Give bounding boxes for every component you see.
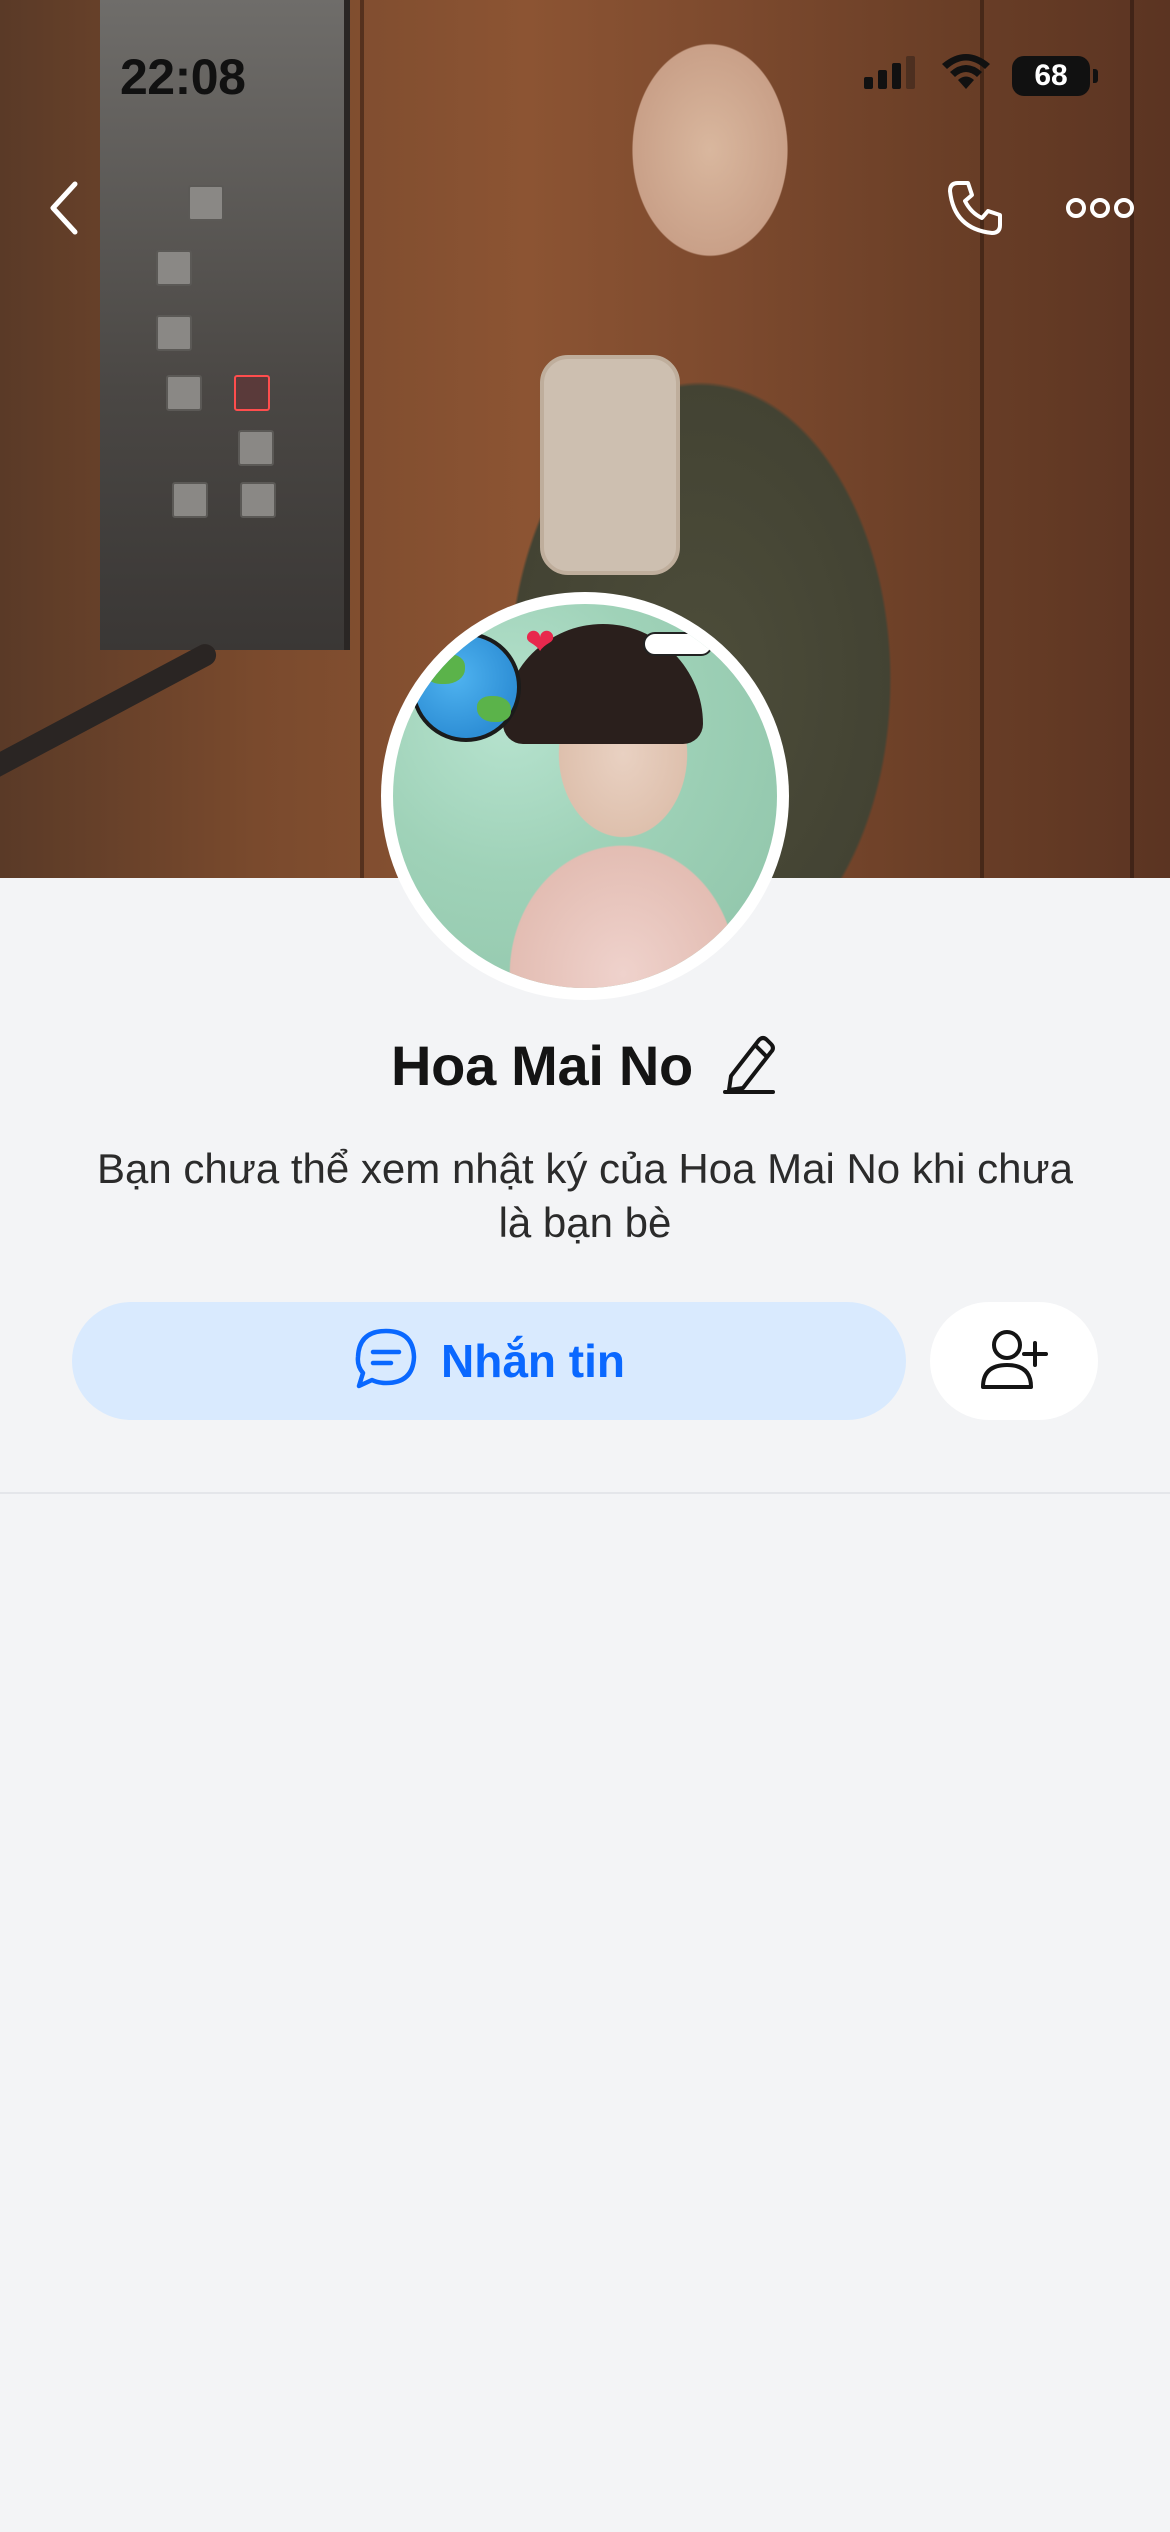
earth-sticker-icon (411, 632, 521, 742)
status-bar: 22:08 68 (0, 0, 1170, 150)
call-button[interactable] (940, 175, 1010, 245)
elevator-handrail (0, 640, 220, 782)
more-options-button[interactable] (1055, 175, 1145, 245)
elevator-button (240, 482, 276, 518)
chat-bubble-icon (353, 1326, 419, 1397)
elevator-button (156, 250, 192, 286)
avatar-frame[interactable]: ❤ (381, 592, 789, 1000)
elevator-button (172, 482, 208, 518)
battery-level: 68 (1034, 58, 1068, 92)
more-options-icon (1064, 196, 1136, 225)
message-button-label: Nhắn tin (441, 1335, 625, 1387)
battery-icon: 68 (1012, 55, 1098, 96)
elevator-button-lit (234, 375, 270, 411)
edit-name-button[interactable] (719, 1035, 779, 1095)
phone-call-icon (944, 177, 1006, 244)
profile-screen: 22:08 68 ❤ Hoa Mai No Bạn chưa thể xem n… (0, 0, 1170, 2532)
back-button[interactable] (30, 175, 100, 245)
top-nav (0, 165, 1170, 255)
add-friend-icon (979, 1327, 1049, 1396)
elevator-button (166, 375, 202, 411)
status-icons: 68 (862, 54, 1098, 97)
profile-name: Hoa Mai No (391, 1033, 693, 1097)
elevator-button (238, 430, 274, 466)
back-arrow-icon (45, 180, 85, 241)
name-row: Hoa Mai No (0, 1030, 1170, 1100)
cellular-signal-icon (862, 55, 920, 96)
cloud-sticker-icon (643, 632, 713, 656)
privacy-note: Bạn chưa thể xem nhật ký của Hoa Mai No … (96, 1145, 1074, 1246)
elevator-button (156, 315, 192, 351)
status-time: 22:08 (120, 49, 246, 105)
wifi-icon (940, 54, 992, 97)
add-friend-button[interactable] (930, 1302, 1098, 1420)
message-button[interactable]: Nhắn tin (72, 1302, 906, 1420)
avatar: ❤ (393, 604, 777, 988)
pencil-icon (721, 1032, 777, 1099)
cover-phone (540, 355, 680, 575)
section-divider (0, 1492, 1170, 1494)
heart-sticker-icon: ❤ (525, 622, 556, 663)
